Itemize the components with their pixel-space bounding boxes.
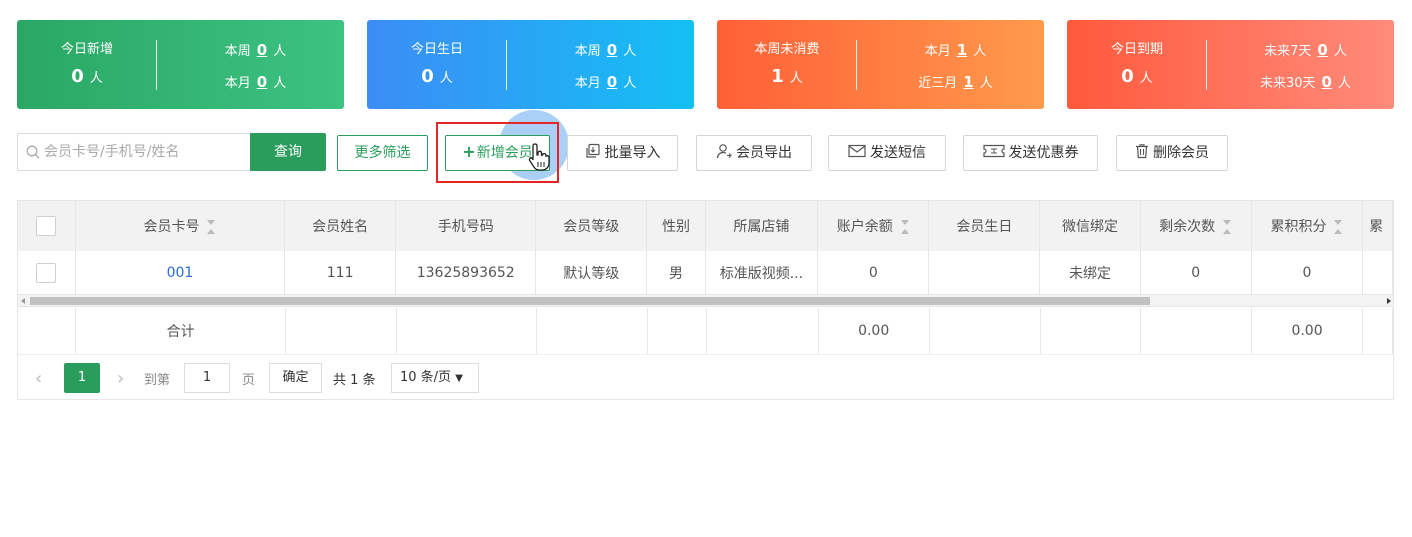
stat-card-expiring-today[interactable]: 今日到期 0人 未来7天 0 人 未来30天 0 人 [1067,20,1394,109]
table-footer: 合计 0.00 0.00 [18,308,1393,355]
stat-link[interactable]: 0 [1317,41,1327,59]
stat-link[interactable]: 0 [1322,73,1332,91]
col-store: 所属店铺 [705,201,819,251]
stats-cards: 今日新增 0人 本周 0 人 本月 0 人 今日生日 0人 本周 0 人 本月 0 人 本周未消… [17,20,1394,110]
select-all-checkbox[interactable] [36,216,57,236]
row-checkbox[interactable] [36,262,57,283]
balance: 0 [817,251,930,296]
dropdown-arrow-icon: ▼ [455,373,463,384]
col-remaining[interactable]: 剩余次数 [1140,201,1252,251]
divider [506,40,507,90]
sort-icon[interactable] [900,220,910,234]
birthday [928,251,1041,296]
next-page-icon[interactable]: › [117,368,124,389]
coupon-icon [982,144,1005,158]
trash-icon [1136,144,1148,159]
col-balance[interactable]: 账户余额 [817,201,930,251]
stat-link[interactable]: 0 [257,41,267,59]
member-name: 111 [284,251,397,296]
search-input[interactable] [44,134,244,170]
total-label: 合计 [75,308,287,355]
store-name: 标准版视频... [705,251,819,296]
delete-member-button[interactable]: 删除会员 [1116,135,1228,171]
stat-value: 0 [421,66,434,87]
points: 0 [1251,251,1364,296]
stat-link[interactable]: 0 [257,73,267,91]
wechat-status: 未绑定 [1039,251,1141,296]
mail-icon [848,144,866,158]
export-button[interactable]: 会员导出 [696,135,812,171]
total-row: 合计 0.00 0.00 [18,308,1393,355]
divider [856,40,857,90]
page-unit-label: 页 [242,373,256,388]
remaining-count: 0 [1140,251,1252,296]
search-box [17,133,249,171]
search-icon [26,145,40,159]
member-level: 默认等级 [535,251,648,296]
stat-title: 今日生日 [410,42,463,57]
col-member-level: 会员等级 [535,201,648,251]
page-size-select[interactable]: 10 条/页 ▼ [391,363,479,393]
current-page-button[interactable]: 1 [64,363,100,393]
send-coupon-button[interactable]: 发送优惠券 [963,135,1098,171]
card-number-link[interactable]: 001 [75,251,286,296]
stat-card-birthday-today[interactable]: 今日生日 0人 本周 0 人 本月 0 人 [367,20,694,109]
stat-title: 今日到期 [1110,42,1163,57]
stat-value: 0 [1121,66,1134,87]
prev-page-icon[interactable]: ‹ [35,368,42,389]
points-total: 0.00 [1251,308,1364,355]
scrollbar-thumb[interactable] [30,297,1150,305]
col-member-name: 会员姓名 [284,201,397,251]
more-filter-button[interactable]: 更多筛选 [337,135,428,171]
balance-total: 0.00 [818,308,930,355]
stat-card-new-today[interactable]: 今日新增 0人 本周 0 人 本月 0 人 [17,20,344,109]
select-all-cell [18,201,76,251]
col-wechat: 微信绑定 [1039,201,1141,251]
col-card-number[interactable]: 会员卡号 [75,201,286,251]
send-sms-button[interactable]: 发送短信 [828,135,946,171]
goto-label: 到第 [144,373,171,388]
stat-link[interactable]: 0 [607,73,617,91]
col-gender: 性别 [646,201,706,251]
scroll-left-icon[interactable] [21,298,25,304]
sort-icon[interactable] [1334,220,1343,234]
gender: 男 [646,251,706,296]
batch-import-button[interactable]: 批量导入 [567,135,678,171]
phone-number: 13625893652 [395,251,537,296]
col-points[interactable]: 累积积分 [1251,201,1364,251]
col-birthday: 会员生日 [928,201,1041,251]
col-more: 累 [1362,201,1393,251]
hand-cursor-icon [528,143,550,171]
page-number-input[interactable]: 1 [184,363,230,393]
confirm-page-button[interactable]: 确定 [269,363,322,393]
table-header-row: 会员卡号 会员姓名 手机号码 会员等级 性别 所属店铺 账户余额 会员生日 微信… [18,201,1393,251]
stat-link[interactable]: 1 [963,73,973,91]
sort-icon[interactable] [207,220,216,234]
table-body: 会员卡号 会员姓名 手机号码 会员等级 性别 所属店铺 账户余额 会员生日 微信… [18,201,1393,296]
horizontal-scrollbar[interactable] [18,294,1393,307]
stat-card-no-consumption[interactable]: 本周未消费 1人 本月 1 人 近三月 1 人 [717,20,1044,109]
table-row[interactable]: 001 111 13625893652 默认等级 男 标准版视频... 0 未绑… [18,251,1393,296]
sort-icon[interactable] [1223,220,1232,234]
row-select-cell [18,251,76,296]
total-count: 共 1 条 [333,373,376,388]
divider [156,40,157,90]
stat-value: 1 [771,66,784,87]
import-icon [585,143,600,158]
stat-value: 0 [71,66,84,87]
divider [1206,40,1207,90]
stat-title: 今日新增 [60,42,113,57]
col-phone: 手机号码 [395,201,537,251]
user-export-icon [716,144,732,159]
stat-link[interactable]: 0 [607,41,617,59]
stat-title: 本周未消费 [754,42,820,57]
stat-link[interactable]: 1 [957,41,967,59]
query-button[interactable]: 查询 [250,133,326,171]
scroll-right-icon[interactable] [1387,298,1391,304]
pagination: ‹ 1 › 到第 1 页 确定 共 1 条 10 条/页 ▼ [17,354,1394,400]
